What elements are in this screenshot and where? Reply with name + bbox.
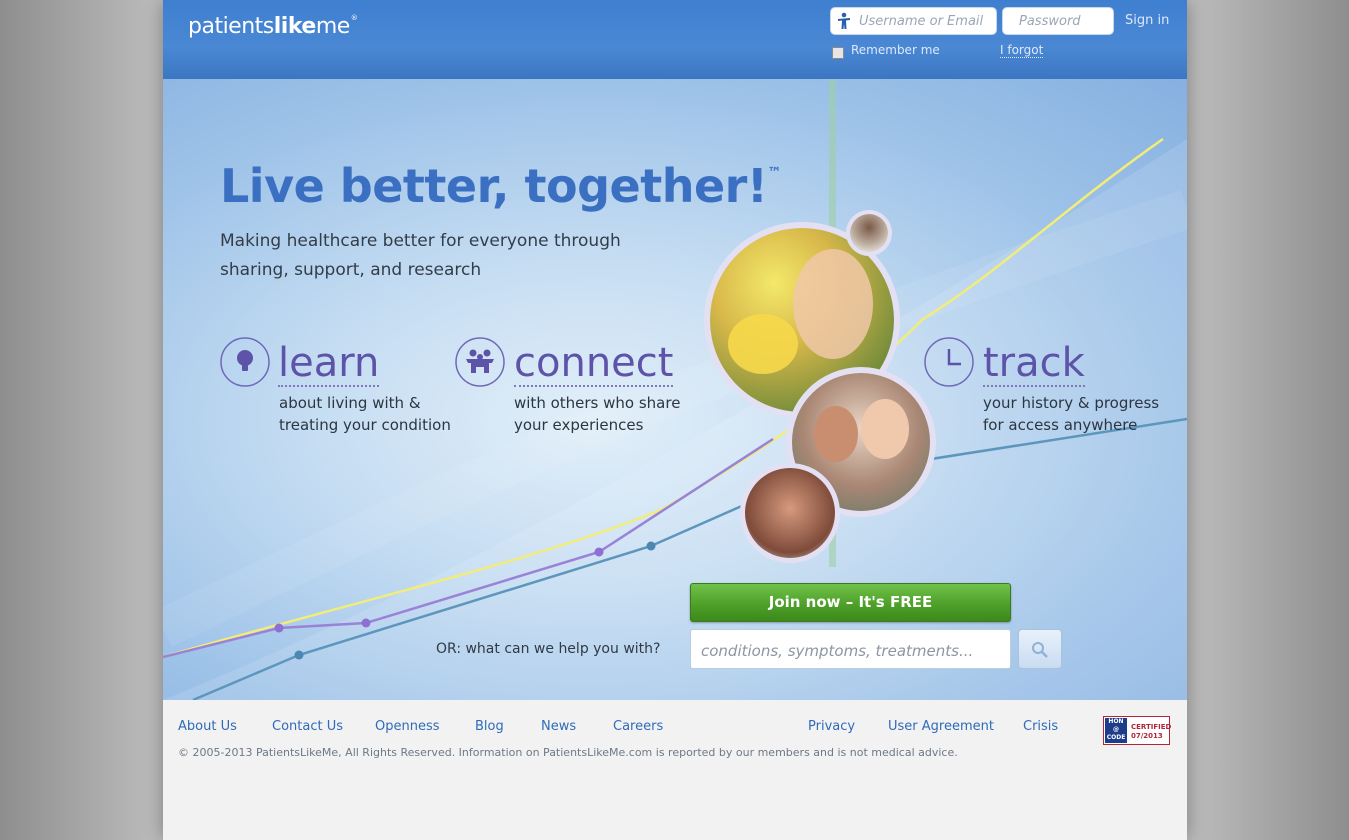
logo-text-end: me: [315, 14, 350, 39]
logo-text-light: patients: [188, 14, 274, 39]
footer-link-about[interactable]: About Us: [178, 719, 237, 734]
footer-link-openness[interactable]: Openness: [375, 719, 440, 734]
footer-link-privacy[interactable]: Privacy: [808, 719, 855, 734]
hon-logo: HON @ CODE: [1105, 718, 1127, 743]
logo-text-bold: like: [273, 14, 317, 39]
photo-small-woman: [846, 210, 892, 256]
username-input[interactable]: Username or Email: [830, 7, 997, 35]
logo-registered-mark: ®: [350, 14, 358, 22]
feature-learn-title[interactable]: learn: [278, 341, 380, 387]
search-prompt: OR: what can we help you with?: [436, 641, 661, 657]
feature-track-text-line1: your history & progress: [983, 394, 1160, 412]
blue-point: [646, 541, 656, 551]
feature-learn-text-line1: about living with &: [279, 394, 421, 412]
footer-link-careers[interactable]: Careers: [613, 719, 663, 734]
hero-subline: Making healthcare better for everyone th…: [220, 231, 621, 280]
site-logo[interactable]: patientslikeme®: [188, 14, 358, 39]
hero-headline: Live better, together!™: [220, 159, 781, 213]
feature-learn-text-line2: treating your condition: [279, 416, 451, 434]
hero-headline-text: Live better, together!: [220, 159, 768, 213]
lightbulb-icon: [220, 337, 270, 387]
purple-point: [274, 623, 284, 633]
user-icon: [838, 12, 850, 29]
feature-track-title[interactable]: track: [983, 341, 1085, 387]
page-container: patientslikeme® Username or Email Passwo…: [163, 0, 1187, 840]
footer-link-news[interactable]: News: [541, 719, 576, 734]
feature-connect-text-line1: with others who share: [514, 394, 681, 412]
hon-certified-date: 07/2013: [1131, 732, 1163, 740]
search-button[interactable]: [1018, 629, 1062, 669]
hon-certified-label: CERTIFIED: [1131, 723, 1172, 731]
footer-link-contact[interactable]: Contact Us: [272, 719, 343, 734]
forgot-password-link[interactable]: I forgot: [1000, 43, 1044, 58]
blue-point: [294, 650, 304, 660]
hero-section: Live better, together!™ Making healthcar…: [163, 79, 1187, 700]
password-input[interactable]: Password: [1002, 7, 1114, 35]
site-header: patientslikeme® Username or Email Passwo…: [163, 0, 1187, 79]
join-now-button[interactable]: Join now – It's FREE: [690, 583, 1011, 622]
trademark-mark: ™: [767, 165, 781, 181]
hon-certified-text: CERTIFIED 07/2013: [1131, 723, 1171, 741]
remember-me-label[interactable]: Remember me: [851, 43, 940, 57]
photo-older-man: [740, 463, 840, 563]
footer-link-user-agreement[interactable]: User Agreement: [888, 719, 994, 734]
condition-search-input[interactable]: conditions, symptoms, treatments...: [690, 629, 1011, 669]
magnifier-icon: [1032, 642, 1048, 658]
remember-me-checkbox[interactable]: [832, 47, 844, 59]
footer-link-blog[interactable]: Blog: [475, 719, 504, 734]
feature-track-text-line2: for access anywhere: [983, 416, 1138, 434]
copyright-text: © 2005-2013 PatientsLikeMe, All Rights R…: [178, 746, 958, 759]
people-icon: [455, 337, 505, 387]
purple-point: [594, 547, 604, 557]
signin-button[interactable]: Sign in: [1125, 13, 1169, 28]
hon-code-badge[interactable]: HON @ CODE CERTIFIED 07/2013: [1103, 716, 1171, 745]
feature-connect-text-line2: your experiences: [514, 416, 644, 434]
site-footer: About Us Contact Us Openness Blog News C…: [163, 700, 1187, 840]
purple-point: [361, 618, 371, 628]
clock-icon: [924, 337, 974, 387]
footer-link-crisis[interactable]: Crisis: [1023, 719, 1058, 734]
feature-connect-title[interactable]: connect: [514, 341, 674, 387]
